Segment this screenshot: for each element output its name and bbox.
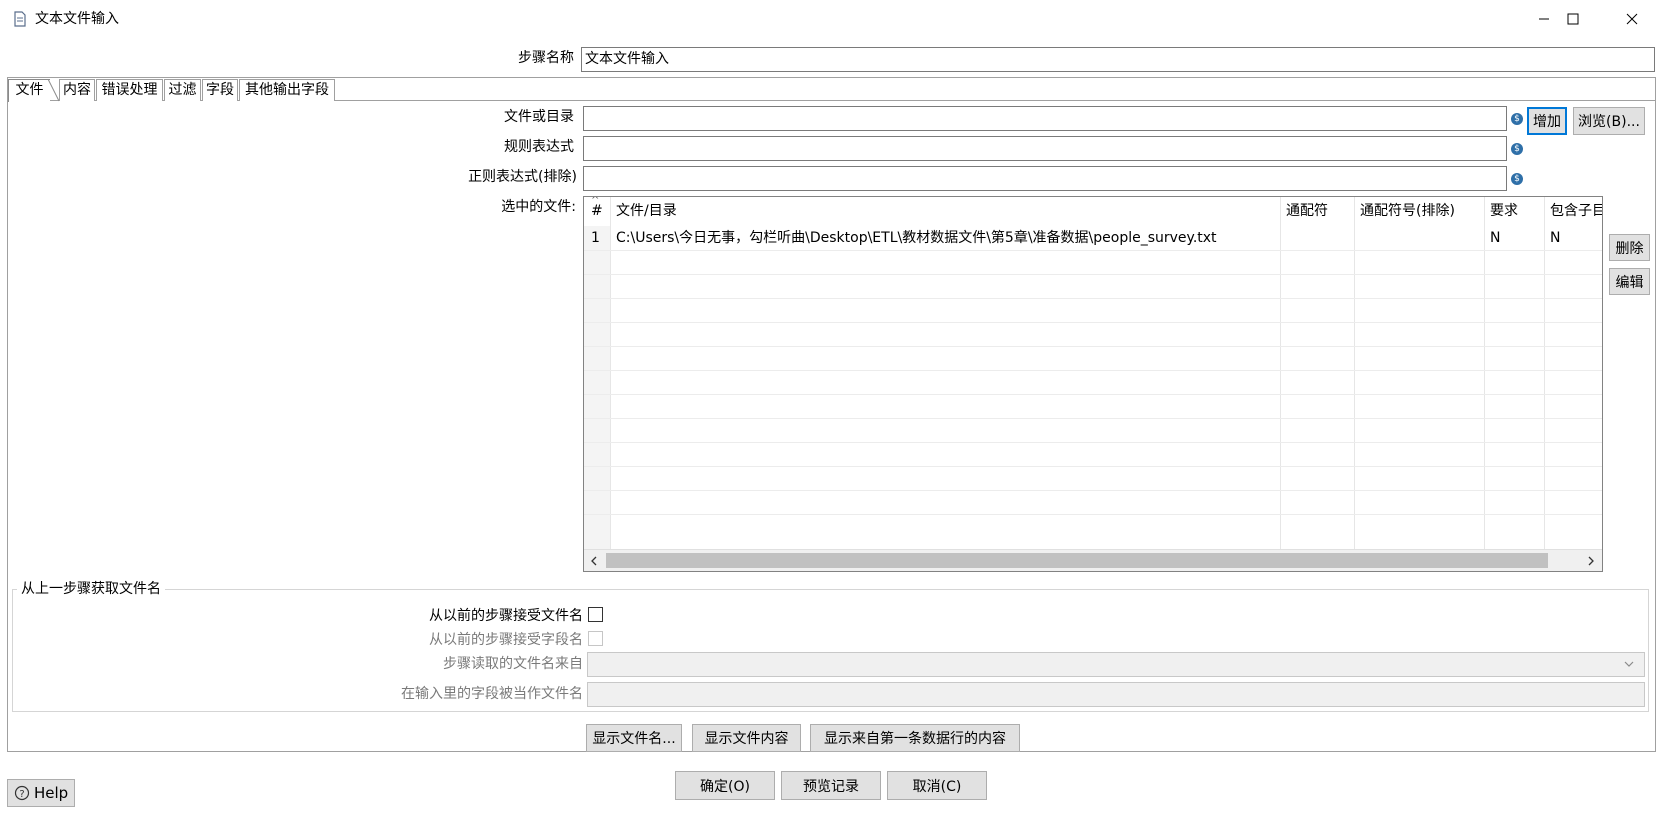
tab-content[interactable]: 内容 xyxy=(59,79,95,101)
col-header-include-subdirs[interactable]: 包含子目 xyxy=(1544,197,1602,226)
accept-fieldnames-checkbox[interactable] xyxy=(588,631,603,646)
show-first-row-content-button[interactable]: 显示来自第一条数据行的内容 xyxy=(810,724,1020,752)
show-filenames-button[interactable]: 显示文件名... xyxy=(586,724,682,752)
help-icon: ? xyxy=(14,785,30,801)
selected-files-table[interactable]: ^ # 文件/目录 通配符 通配符号(排除) 要求 包含子目 1 C:\User… xyxy=(583,196,1603,572)
accept-fieldnames-label: 从以前的步骤接受字段名 xyxy=(429,632,583,648)
close-icon xyxy=(1626,13,1638,25)
tab-fields-label: 字段 xyxy=(206,82,234,98)
title-bar: 文本文件输入 xyxy=(0,0,1663,38)
window-title: 文本文件输入 xyxy=(35,11,119,27)
cell-wildcard-exclude[interactable] xyxy=(1354,226,1490,250)
preview-button[interactable]: 预览记录 xyxy=(781,771,881,800)
tab-other-output-fields[interactable]: 其他输出字段 xyxy=(239,79,335,101)
edit-button[interactable]: 编辑 xyxy=(1609,268,1650,295)
tab-error-handling[interactable]: 错误处理 xyxy=(96,79,163,101)
step-to-read-select[interactable] xyxy=(587,652,1645,677)
cell-include-subdirs[interactable]: N xyxy=(1544,226,1602,250)
chevron-left-icon[interactable] xyxy=(590,556,598,566)
col-header-wildcard-exclude[interactable]: 通配符号(排除) xyxy=(1354,197,1490,226)
tab-file-label: 文件 xyxy=(15,82,44,98)
chevron-down-icon[interactable] xyxy=(1624,660,1634,668)
col-header-file-dir[interactable]: 文件/目录 xyxy=(610,197,1286,226)
horizontal-scrollbar[interactable] xyxy=(584,549,1602,571)
regex-input[interactable] xyxy=(583,136,1507,161)
step-to-read-label: 步骤读取的文件名来自 xyxy=(443,656,583,672)
tab-filter-label: 过滤 xyxy=(168,82,197,98)
add-button[interactable]: 增加 xyxy=(1527,107,1567,135)
tab-error-handling-label: 错误处理 xyxy=(101,82,158,98)
field-in-input-input[interactable] xyxy=(587,682,1645,707)
scrollbar-thumb[interactable] xyxy=(606,553,1548,568)
col-header-wildcard[interactable]: 通配符 xyxy=(1280,197,1360,226)
tab-fields[interactable]: 字段 xyxy=(202,79,238,101)
field-in-input-label: 在输入里的字段被当作文件名 xyxy=(401,686,583,702)
tab-filter[interactable]: 过滤 xyxy=(164,79,201,101)
show-file-content-button[interactable]: 显示文件内容 xyxy=(692,724,801,752)
close-button[interactable] xyxy=(1604,0,1660,38)
tab-file[interactable]: 文件 xyxy=(8,79,50,102)
step-name-label: 步骤名称 xyxy=(518,50,574,66)
cell-required[interactable]: N xyxy=(1484,226,1550,250)
prev-step-group-title: 从上一步骤获取文件名 xyxy=(17,580,165,598)
regex-exclude-input[interactable] xyxy=(583,166,1507,191)
cell-file-dir[interactable]: C:\Users\今日无事，勾栏听曲\Desktop\ETL\教材数据文件\第5… xyxy=(610,226,1286,250)
accept-filenames-label: 从以前的步骤接受文件名 xyxy=(429,608,583,624)
step-name-input[interactable]: 文本文件输入 xyxy=(581,47,1655,72)
maximize-icon xyxy=(1567,13,1579,25)
tab-content-label: 内容 xyxy=(63,82,91,98)
help-label: Help xyxy=(34,784,69,802)
browse-button[interactable]: 浏览(B)... xyxy=(1573,107,1645,135)
accept-filenames-checkbox[interactable] xyxy=(588,607,603,622)
cell-wildcard[interactable] xyxy=(1280,226,1360,250)
chevron-right-icon[interactable] xyxy=(1587,556,1595,566)
cancel-button[interactable]: 取消(C) xyxy=(887,771,987,800)
selected-files-label: 选中的文件: xyxy=(501,199,576,215)
variable-icon[interactable]: $ xyxy=(1511,143,1523,155)
svg-text:?: ? xyxy=(19,789,24,800)
document-icon xyxy=(14,11,26,27)
file-or-dir-input[interactable] xyxy=(583,106,1507,131)
ok-button[interactable]: 确定(O) xyxy=(675,771,775,800)
tab-other-output-fields-label: 其他输出字段 xyxy=(245,82,329,98)
variable-icon[interactable]: $ xyxy=(1511,113,1523,125)
help-button[interactable]: ? Help xyxy=(7,779,75,807)
col-header-required[interactable]: 要求 xyxy=(1484,197,1550,226)
file-or-dir-label: 文件或目录 xyxy=(504,109,574,125)
delete-button[interactable]: 删除 xyxy=(1609,234,1650,261)
maximize-button[interactable] xyxy=(1545,0,1601,38)
regex-exclude-label: 正则表达式(排除) xyxy=(468,169,577,185)
variable-icon[interactable]: $ xyxy=(1511,173,1523,185)
regex-label: 规则表达式 xyxy=(504,139,574,155)
